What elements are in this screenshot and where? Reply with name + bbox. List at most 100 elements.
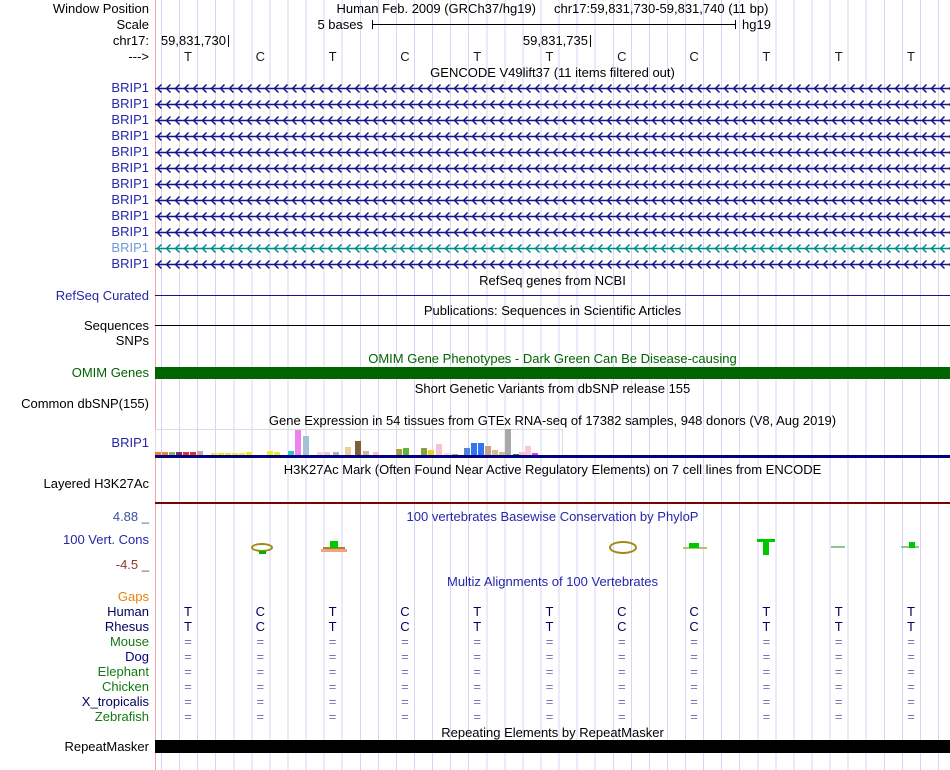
conservation-glyph bbox=[763, 539, 769, 555]
dbsnp-track-title: Short Genetic Variants from dbSNP releas… bbox=[414, 381, 691, 396]
alignment-match-symbol: = bbox=[907, 664, 915, 679]
omim-genes-label[interactable]: OMIM Genes bbox=[0, 365, 152, 381]
conservation-glyph bbox=[689, 543, 699, 548]
conservation-label[interactable]: 100 Vert. Cons bbox=[0, 532, 152, 548]
conservation-max-value: 4.88 _ bbox=[112, 509, 149, 524]
scale-ruler bbox=[372, 20, 736, 29]
gene-label[interactable]: BRIP1 bbox=[0, 256, 152, 272]
gene-label[interactable]: BRIP1 bbox=[0, 128, 152, 144]
base-letter: T bbox=[834, 49, 843, 64]
sequences-track[interactable] bbox=[155, 318, 950, 334]
alignment-match-symbol: = bbox=[328, 634, 337, 649]
snps-label[interactable]: SNPs bbox=[0, 333, 152, 349]
gtex-expression-track[interactable] bbox=[155, 428, 950, 458]
gene-arrows[interactable] bbox=[155, 80, 950, 96]
gene-label[interactable]: BRIP1 bbox=[0, 80, 152, 96]
species-label[interactable]: Rhesus bbox=[0, 619, 152, 634]
species-label[interactable]: Chicken bbox=[0, 679, 152, 694]
omim-gene-bar[interactable] bbox=[155, 367, 950, 379]
aligned-base-letter: C bbox=[689, 619, 699, 634]
alignment-track[interactable]: TCTCTTCCTTT bbox=[155, 604, 950, 619]
gene-label[interactable]: BRIP1 bbox=[0, 224, 152, 240]
gene-arrows[interactable] bbox=[155, 96, 950, 112]
alignment-track[interactable]: = = = = = = = = = = = bbox=[155, 709, 950, 724]
species-label[interactable]: Human bbox=[0, 604, 152, 619]
gtex-gene-label[interactable]: BRIP1 bbox=[0, 428, 152, 458]
layered-h3k27ac-track[interactable] bbox=[155, 476, 950, 492]
species-label[interactable]: X_tropicalis bbox=[0, 694, 152, 709]
alignment-match-symbol: = bbox=[834, 634, 843, 649]
aligned-base-letter: T bbox=[907, 619, 915, 634]
alignment-track[interactable] bbox=[155, 589, 950, 604]
gene-arrows[interactable] bbox=[155, 192, 950, 208]
base-letter: C bbox=[400, 49, 410, 64]
refseq-curated-label[interactable]: RefSeq Curated bbox=[0, 288, 152, 304]
conservation-glyph bbox=[330, 541, 338, 548]
multiz-row-zebrafish: Zebrafish = = = = = = = = = = = bbox=[0, 709, 950, 724]
species-label[interactable]: Elephant bbox=[0, 664, 152, 679]
aligned-base-letter: C bbox=[255, 604, 265, 619]
species-label[interactable]: Dog bbox=[0, 649, 152, 664]
alignment-match-symbol: = bbox=[184, 664, 192, 679]
gene-arrows[interactable] bbox=[155, 144, 950, 160]
aligned-base-letter: T bbox=[184, 619, 192, 634]
alignment-track[interactable]: = = = = = = = = = = = bbox=[155, 649, 950, 664]
alignment-match-symbol: = bbox=[545, 709, 554, 724]
gene-row: BRIP1 bbox=[0, 208, 950, 224]
gene-arrows[interactable] bbox=[155, 176, 950, 192]
gene-label[interactable]: BRIP1 bbox=[0, 112, 152, 128]
gene-arrows[interactable] bbox=[155, 224, 950, 240]
gene-arrow-line bbox=[155, 112, 950, 128]
gene-arrows[interactable] bbox=[155, 256, 950, 272]
gene-label[interactable]: BRIP1 bbox=[0, 240, 152, 256]
multiz-row-x_tropicalis: X_tropicalis = = = = = = = = = = = bbox=[0, 694, 950, 709]
base-letter: T bbox=[328, 49, 337, 64]
gene-label[interactable]: BRIP1 bbox=[0, 208, 152, 224]
gene-arrows[interactable] bbox=[155, 112, 950, 128]
gene-label[interactable]: BRIP1 bbox=[0, 96, 152, 112]
gene-arrows[interactable] bbox=[155, 208, 950, 224]
gene-label[interactable]: BRIP1 bbox=[0, 160, 152, 176]
coordinate-tick bbox=[590, 35, 591, 47]
snps-track[interactable] bbox=[155, 333, 950, 349]
alignment-track[interactable]: = = = = = = = = = = = bbox=[155, 679, 950, 694]
window-position-label: Window Position bbox=[52, 1, 149, 16]
common-dbsnp-track[interactable] bbox=[155, 396, 950, 412]
base-letter: C bbox=[689, 49, 699, 64]
reference-sequence-track[interactable]: TCTCTTCCTTT bbox=[155, 49, 950, 65]
gene-arrow-line bbox=[155, 208, 950, 224]
alignment-track[interactable]: = = = = = = = = = = = bbox=[155, 694, 950, 709]
gene-arrows[interactable] bbox=[155, 160, 950, 176]
scale-value: 5 bases bbox=[317, 17, 363, 32]
repeatmasker-track[interactable] bbox=[155, 740, 950, 754]
alignment-track[interactable]: = = = = = = = = = = = bbox=[155, 664, 950, 679]
alignment-match-symbol: = bbox=[690, 649, 698, 664]
repeatmasker-label[interactable]: RepeatMasker bbox=[0, 740, 152, 754]
aligned-base-letter: T bbox=[762, 604, 771, 619]
gene-label[interactable]: BRIP1 bbox=[0, 176, 152, 192]
aligned-base-letter: T bbox=[834, 604, 843, 619]
scale-label: Scale bbox=[116, 17, 149, 32]
alignment-match-symbol: = bbox=[328, 679, 337, 694]
common-dbsnp-label[interactable]: Common dbSNP(155) bbox=[0, 396, 152, 412]
gene-arrows[interactable] bbox=[155, 240, 950, 256]
gene-label[interactable]: BRIP1 bbox=[0, 192, 152, 208]
gene-row: BRIP1 bbox=[0, 224, 950, 240]
gtex-tissue-bar bbox=[505, 429, 511, 456]
gene-arrows[interactable] bbox=[155, 128, 950, 144]
multiz-row-chicken: Chicken = = = = = = = = = = = bbox=[0, 679, 950, 694]
alignment-track[interactable]: TCTCTTCCTTT bbox=[155, 619, 950, 634]
repeatmasker-bar[interactable] bbox=[155, 740, 950, 753]
species-label[interactable]: Gaps bbox=[0, 589, 152, 604]
alignment-track[interactable]: = = = = = = = = = = = bbox=[155, 634, 950, 649]
base-letter: T bbox=[907, 49, 915, 64]
refseq-curated-track[interactable] bbox=[155, 288, 950, 304]
gene-label[interactable]: BRIP1 bbox=[0, 144, 152, 160]
omim-genes-track[interactable] bbox=[155, 365, 950, 381]
sequences-label[interactable]: Sequences bbox=[0, 318, 152, 334]
base-letter: T bbox=[473, 49, 482, 64]
species-label[interactable]: Zebrafish bbox=[0, 709, 152, 724]
species-label[interactable]: Mouse bbox=[0, 634, 152, 649]
base-letter: C bbox=[617, 49, 627, 64]
layered-h3k27ac-label[interactable]: Layered H3K27Ac bbox=[0, 476, 152, 492]
